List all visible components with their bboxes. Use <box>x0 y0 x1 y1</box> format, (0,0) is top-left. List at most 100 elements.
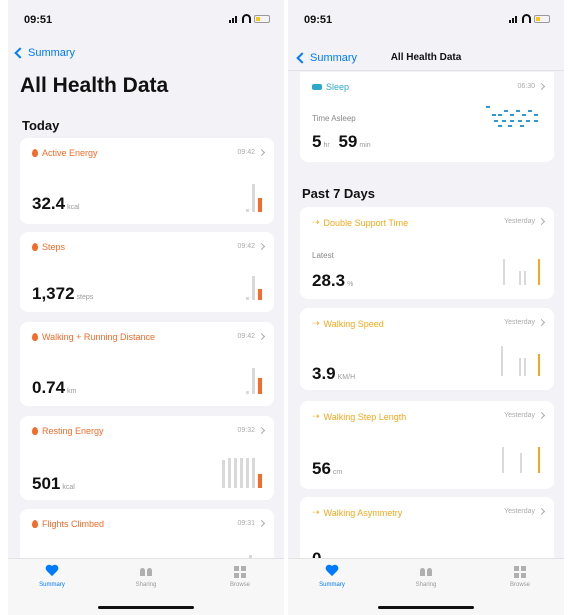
home-indicator <box>98 606 194 609</box>
card-value: 3.9 <box>312 364 336 383</box>
card-sublabel: Latest <box>312 251 334 260</box>
card-time: Yesterday <box>504 319 535 326</box>
sleep-stage-chart <box>484 104 540 130</box>
card-category: Resting Energy <box>42 426 104 436</box>
flame-icon <box>32 333 38 341</box>
card-category: Sleep <box>326 82 350 92</box>
sleep-hours: 5 <box>312 132 322 151</box>
status-bar: 09:51 <box>288 0 564 40</box>
people-icon <box>140 568 152 576</box>
left-screen: 09:51 Summary All Health Data Today Acti… <box>8 0 284 615</box>
tab-label: Summary <box>39 582 65 588</box>
flame-icon <box>32 520 38 528</box>
grid-icon <box>514 566 526 578</box>
walking-icon: ⇢ <box>312 217 320 227</box>
card-value: 501 <box>32 474 61 493</box>
card-category: Double Support Time <box>323 217 409 228</box>
chevron-right-icon <box>537 507 546 516</box>
card-time: 06:30 <box>517 83 535 90</box>
tab-bar: Summary Sharing Browse <box>288 558 564 615</box>
tab-label: Sharing <box>415 582 437 588</box>
tab-summary[interactable]: Summary <box>22 565 82 588</box>
tab-sharing[interactable]: Sharing <box>116 565 176 588</box>
card-value: 1,372 <box>32 284 75 303</box>
mini-chart <box>222 458 262 488</box>
mini-chart <box>246 368 262 394</box>
card-category: Walking Step Length <box>323 411 407 422</box>
health-card-resting-energy[interactable]: Resting Energy 09:32 501 kcal <box>20 416 274 500</box>
tab-bar: Summary Sharing Browse <box>8 558 284 615</box>
flame-icon <box>32 427 38 435</box>
walking-icon: ⇢ <box>312 318 320 328</box>
battery-icon <box>534 14 550 23</box>
card-category: Active Energy <box>42 148 98 158</box>
card-category: Walking Asymmetry <box>323 507 403 518</box>
cellular-signal-icon <box>229 15 239 23</box>
right-screen: 09:51 Summary All Health Data Sleep 06:3… <box>288 0 564 615</box>
card-sublabel: Time Asleep <box>312 114 356 123</box>
back-button[interactable]: Summary <box>14 47 76 59</box>
health-card-double-support-time[interactable]: ⇢ Double Support Time Yesterday Latest 28… <box>300 207 554 299</box>
card-category: Walking + Running Distance <box>42 332 155 342</box>
nav-title: All Health Data <box>390 52 462 63</box>
people-icon <box>420 568 432 576</box>
health-card-steps[interactable]: Steps 09:42 1,372 steps <box>20 232 274 312</box>
health-card-sleep[interactable]: Sleep 06:30 Time Asleep 5 hr 59 min <box>300 72 554 162</box>
page-title: All Health Data <box>20 74 169 97</box>
health-card-walking-running-distance[interactable]: Walking + Running Distance 09:42 0.74 km <box>20 322 274 406</box>
status-time: 09:51 <box>24 14 53 26</box>
chevron-right-icon <box>257 148 266 157</box>
section-header: Past 7 Days <box>302 186 375 201</box>
cellular-signal-icon <box>509 15 519 23</box>
mini-chart <box>246 276 262 300</box>
wifi-icon <box>522 14 531 23</box>
health-card-walking-step-length[interactable]: ⇢ Walking Step Length Yesterday 56 cm <box>300 401 554 489</box>
mini-chart <box>501 346 540 376</box>
chevron-right-icon <box>257 426 266 435</box>
chevron-right-icon <box>537 411 546 420</box>
back-label: Summary <box>28 47 76 59</box>
health-card-active-energy[interactable]: Active Energy 09:42 32.4 kcal <box>20 138 274 224</box>
card-category: Steps <box>42 242 66 252</box>
tab-label: Browse <box>229 582 250 588</box>
tab-summary[interactable]: Summary <box>302 565 362 588</box>
walking-icon: ⇢ <box>312 411 320 421</box>
card-unit: % <box>347 281 354 288</box>
section-header: Today <box>22 118 60 133</box>
health-card-walking-speed[interactable]: ⇢ Walking Speed Yesterday 3.9 KM/H <box>300 308 554 390</box>
card-unit: KM/H <box>337 374 356 381</box>
bed-icon <box>312 84 322 90</box>
card-time: Yesterday <box>504 218 535 225</box>
chevron-right-icon <box>257 519 266 528</box>
card-value: 56 <box>312 459 331 478</box>
card-unit: cm <box>332 469 343 476</box>
nav-divider <box>288 70 564 71</box>
status-time: 09:51 <box>304 14 333 26</box>
tab-sharing[interactable]: Sharing <box>396 565 456 588</box>
card-time: Yesterday <box>504 412 535 419</box>
chevron-right-icon <box>537 318 546 327</box>
card-time: 09:42 <box>237 149 255 156</box>
chevron-right-icon <box>257 332 266 341</box>
sleep-hours-unit: hr <box>323 142 330 149</box>
mini-chart <box>503 259 540 285</box>
mini-chart <box>246 184 262 212</box>
wifi-icon <box>242 14 251 23</box>
tab-browse[interactable]: Browse <box>210 565 270 588</box>
tab-label: Sharing <box>135 582 157 588</box>
chevron-right-icon <box>257 242 266 251</box>
card-value: 28.3 <box>312 271 346 290</box>
card-time: Yesterday <box>504 508 535 515</box>
walking-icon: ⇢ <box>312 507 320 517</box>
tab-browse[interactable]: Browse <box>490 565 550 588</box>
battery-icon <box>254 14 270 23</box>
chevron-right-icon <box>537 217 546 226</box>
card-time: 09:42 <box>237 243 255 250</box>
grid-icon <box>234 566 246 578</box>
card-category: Flights Climbed <box>42 519 105 529</box>
tab-label: Summary <box>319 582 345 588</box>
chevron-left-icon <box>14 47 26 59</box>
mini-chart <box>502 447 540 473</box>
heart-icon <box>45 565 59 579</box>
card-unit: km <box>67 388 77 395</box>
